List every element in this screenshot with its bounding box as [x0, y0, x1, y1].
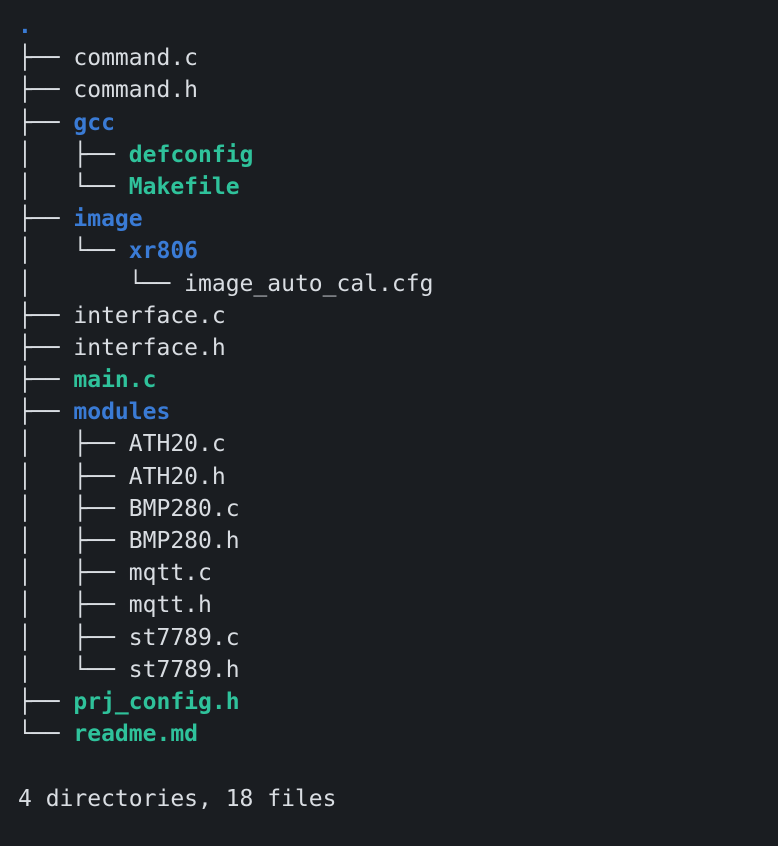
tree-branch: │ ├── [18, 142, 129, 168]
tree-branch: └── [18, 721, 73, 747]
tree-entry: image_auto_cal.cfg [184, 271, 433, 297]
tree-branch: ├── [18, 335, 73, 361]
tree-entry: interface.c [73, 303, 225, 329]
tree-entry: ATH20.c [129, 431, 226, 457]
tree-branch: ├── [18, 303, 73, 329]
tree-branch: │ └── [18, 174, 129, 200]
tree-entry: st7789.h [129, 657, 240, 683]
tree-entry: defconfig [129, 142, 254, 168]
tree-body: ├── command.c ├── command.h ├── gcc │ ├─… [18, 45, 433, 747]
tree-branch: │ ├── [18, 592, 129, 618]
tree-entry: command.c [73, 45, 198, 71]
tree-branch: ├── [18, 367, 73, 393]
tree-branch: │ ├── [18, 625, 129, 651]
tree-branch: │ ├── [18, 528, 129, 554]
tree-branch: ├── [18, 206, 73, 232]
tree-entry: modules [73, 399, 170, 425]
tree-entry: mqtt.c [129, 560, 212, 586]
tree-entry: command.h [73, 77, 198, 103]
tree-entry: Makefile [129, 174, 240, 200]
tree-branch: ├── [18, 399, 73, 425]
tree-entry: mqtt.h [129, 592, 212, 618]
tree-entry: ATH20.h [129, 464, 226, 490]
tree-entry: main.c [73, 367, 156, 393]
tree-summary: 4 directories, 18 files [18, 786, 337, 812]
tree-branch: │ ├── [18, 464, 129, 490]
tree-branch: ├── [18, 77, 73, 103]
tree-entry: prj_config.h [73, 689, 239, 715]
tree-branch: │ ├── [18, 431, 129, 457]
tree-branch: ├── [18, 689, 73, 715]
tree-entry: gcc [73, 110, 115, 136]
tree-entry: xr806 [129, 238, 198, 264]
tree-root-dot: . [18, 13, 32, 39]
tree-entry: interface.h [73, 335, 225, 361]
tree-output: . ├── command.c ├── command.h ├── gcc │ … [0, 0, 778, 825]
tree-branch: │ ├── [18, 496, 129, 522]
tree-entry: st7789.c [129, 625, 240, 651]
tree-branch: ├── [18, 45, 73, 71]
tree-entry: BMP280.c [129, 496, 240, 522]
tree-entry: BMP280.h [129, 528, 240, 554]
tree-branch: │ └── [18, 271, 184, 297]
tree-branch: │ └── [18, 238, 129, 264]
tree-branch: │ └── [18, 657, 129, 683]
tree-entry: readme.md [73, 721, 198, 747]
tree-branch: ├── [18, 110, 73, 136]
tree-branch: │ ├── [18, 560, 129, 586]
tree-entry: image [73, 206, 142, 232]
